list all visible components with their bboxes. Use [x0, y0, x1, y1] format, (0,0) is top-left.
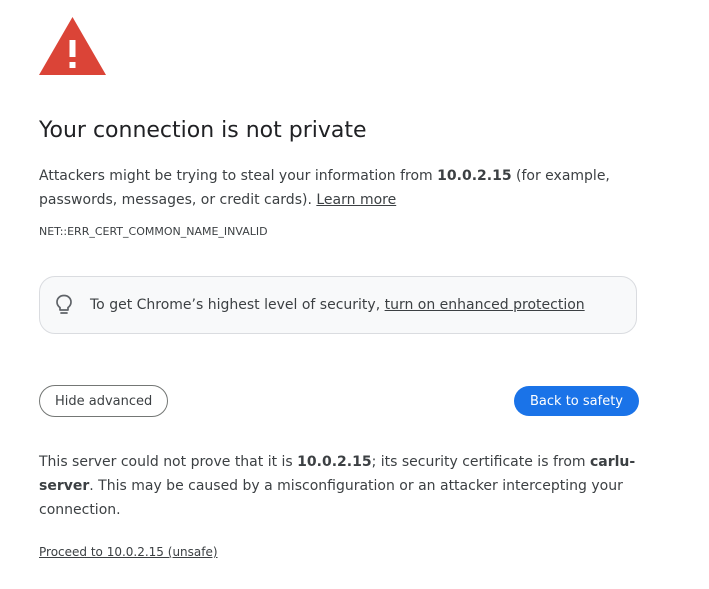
explanation-text-before: Attackers might be trying to steal your … [39, 168, 438, 184]
proceed-unsafe-link[interactable]: Proceed to 10.0.2.15 (unsafe) [39, 545, 218, 559]
back-to-safety-button[interactable]: Back to safety [514, 386, 639, 416]
hide-advanced-button[interactable]: Hide advanced [39, 385, 169, 417]
lightbulb-icon [56, 294, 72, 314]
details-host: 10.0.2.15 [297, 454, 372, 470]
page-title: Your connection is not private [39, 118, 367, 143]
promo-text-prefix: To get Chrome’s highest level of securit… [90, 297, 385, 313]
error-code: NET::ERR_CERT_COMMON_NAME_INVALID [39, 225, 268, 238]
enhanced-protection-link[interactable]: turn on enhanced protection [385, 297, 585, 313]
details-text-1: This server could not prove that it is [39, 454, 298, 470]
details-text-2: ; its security certificate is from [371, 454, 590, 470]
explanation-host: 10.0.2.15 [437, 168, 512, 184]
interstitial-container: Your connection is not private Attackers… [39, 17, 639, 560]
advanced-details-text: This server could not prove that it is 1… [39, 450, 639, 522]
button-row: Hide advanced Back to safety [39, 385, 639, 417]
details-text-3: . This may be caused by a misconfigurati… [39, 478, 623, 518]
explanation-text: Attackers might be trying to steal your … [39, 164, 639, 212]
learn-more-link[interactable]: Learn more [316, 192, 396, 208]
promo-text: To get Chrome’s highest level of securit… [90, 297, 585, 313]
enhanced-protection-promo: To get Chrome’s highest level of securit… [39, 276, 637, 334]
warning-triangle-icon [39, 17, 106, 75]
